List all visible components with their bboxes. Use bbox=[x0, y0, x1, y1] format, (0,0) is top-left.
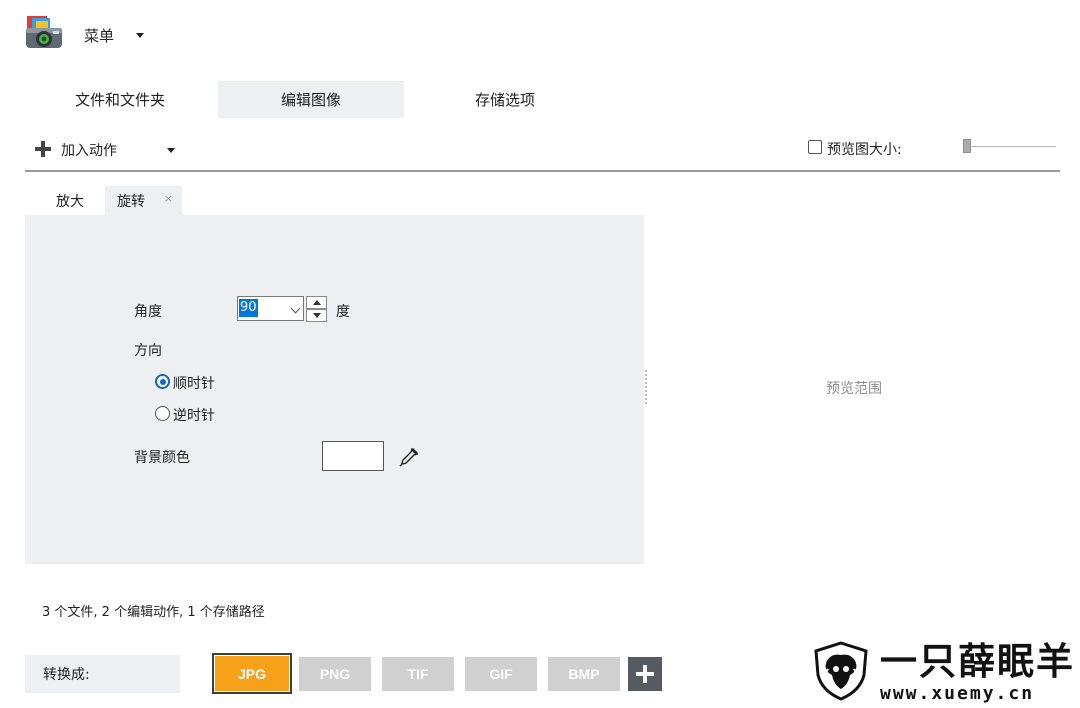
app-logo-icon[interactable] bbox=[24, 14, 64, 54]
divider bbox=[25, 170, 1060, 172]
clockwise-radio[interactable] bbox=[155, 374, 170, 389]
angle-label: 角度 bbox=[134, 304, 162, 320]
add-action-button[interactable]: 加入动作 bbox=[61, 140, 117, 160]
format-bmp-button[interactable]: BMP bbox=[548, 657, 620, 691]
convert-to-label: 转换成: bbox=[25, 655, 180, 693]
menu-dropdown-icon[interactable] bbox=[136, 33, 144, 38]
counterclockwise-label[interactable]: 逆时针 bbox=[173, 405, 215, 425]
tab-save-options[interactable]: 存储选项 bbox=[410, 81, 600, 118]
angle-increment-button[interactable] bbox=[306, 296, 327, 309]
direction-label: 方向 bbox=[134, 343, 162, 359]
format-jpg-button[interactable]: JPG bbox=[212, 653, 292, 694]
tab-files-and-folders[interactable]: 文件和文件夹 bbox=[25, 81, 215, 118]
preview-size-checkbox[interactable] bbox=[808, 140, 822, 154]
subtab-rotate-label: 旋转 bbox=[117, 193, 145, 210]
angle-unit: 度 bbox=[336, 304, 350, 320]
background-color-label: 背景颜色 bbox=[134, 450, 190, 466]
subtab-rotate[interactable]: 旋转 × bbox=[105, 186, 182, 215]
preview-size-slider-thumb[interactable] bbox=[963, 139, 971, 153]
subtab-enlarge[interactable]: 放大 bbox=[35, 186, 105, 215]
eyedropper-icon[interactable] bbox=[398, 446, 420, 468]
subtab-enlarge-label: 放大 bbox=[56, 193, 84, 210]
watermark-url: www.xuemy.cn bbox=[880, 683, 1035, 704]
panel-splitter[interactable] bbox=[645, 370, 648, 404]
chevron-down-icon[interactable] bbox=[290, 303, 301, 314]
angle-combobox[interactable]: 90 bbox=[237, 296, 304, 321]
preview-size-slider-track[interactable] bbox=[966, 146, 1056, 147]
counterclockwise-radio[interactable] bbox=[155, 406, 170, 421]
format-tif-button[interactable]: TIF bbox=[382, 657, 454, 691]
add-format-button[interactable] bbox=[628, 657, 662, 691]
add-action-dropdown-icon[interactable] bbox=[167, 148, 175, 153]
rotate-settings-panel bbox=[25, 215, 644, 564]
preview-area-label: 预览范围 bbox=[826, 381, 882, 397]
angle-decrement-button[interactable] bbox=[306, 309, 327, 322]
summary-status: 3 个文件, 2 个编辑动作, 1 个存储路径 bbox=[42, 605, 265, 620]
convert-to-text: 转换成: bbox=[43, 667, 90, 683]
angle-value[interactable]: 90 bbox=[239, 299, 258, 317]
background-color-swatch[interactable] bbox=[322, 441, 384, 471]
tab-edit-image[interactable]: 编辑图像 bbox=[218, 81, 404, 118]
ram-logo-icon bbox=[812, 641, 870, 701]
arrow-down-icon bbox=[313, 313, 321, 318]
clockwise-label[interactable]: 顺时针 bbox=[173, 373, 215, 393]
preview-size-label: 预览图大小: bbox=[827, 142, 902, 158]
watermark-name: 一只薛眠羊 bbox=[880, 639, 1075, 683]
format-gif-button[interactable]: GIF bbox=[465, 657, 537, 691]
menu-label[interactable]: 菜单 bbox=[84, 25, 114, 46]
add-icon[interactable] bbox=[34, 140, 52, 158]
format-png-button[interactable]: PNG bbox=[299, 657, 371, 691]
close-icon[interactable]: × bbox=[164, 192, 173, 205]
arrow-up-icon bbox=[313, 300, 321, 305]
